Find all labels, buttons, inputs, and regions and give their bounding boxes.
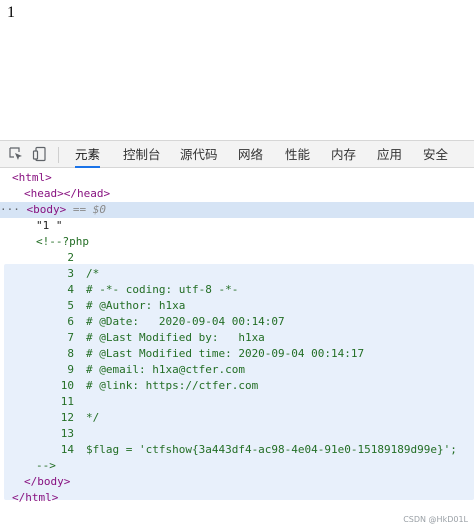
comment-line-text: /* [86,267,100,280]
page-content-text: 1 [7,4,15,21]
comment-line: 10 # @link: https://ctfer.com [0,378,474,394]
comment-line: 9 # @email: h1xa@ctfer.com [0,362,474,378]
tab-security[interactable]: 安全 [423,141,448,168]
device-toolbar-icon[interactable] [32,146,48,162]
comment-line-number: 4 [67,283,74,296]
html-close-tag[interactable]: </html> [12,490,474,506]
comment-line-text: # @Last Modified time: 2020-09-04 00:14:… [86,347,365,360]
comment-line-number: 10 [60,379,74,392]
comment-line: 12 */ [0,410,474,426]
comment-line-number: 7 [67,331,74,344]
comment-line-number: 5 [67,299,74,312]
comment-close[interactable]: --> [36,458,474,474]
html-open-tag[interactable]: <html> [12,170,474,186]
comment-line-text: # -*- coding: utf-8 -*- [86,283,239,296]
tab-application[interactable]: 应用 [377,141,402,168]
comment-line: 11 [0,394,474,410]
text-node[interactable]: "1 " [36,218,474,234]
comment-line: 8 # @Last Modified time: 2020-09-04 00:14… [0,346,474,362]
comment-line: 7 # @Last Modified by: h1xa [0,330,474,346]
comment-line-text: # @Last Modified by: h1xa [86,331,265,344]
comment-line: 4 # -*- coding: utf-8 -*- [0,282,474,298]
tab-performance[interactable]: 性能 [285,141,310,168]
comment-line: 3 /* [0,266,474,282]
head-tag[interactable]: <head></head> [24,186,474,202]
comment-line-text: $flag = 'ctfshow{3a443df4-ac98-4e04-91e0… [86,443,457,456]
comment-line-text: # @email: h1xa@ctfer.com [86,363,245,376]
comment-line-number: 14 [60,443,74,456]
comment-line-text: # @Date: 2020-09-04 00:14:07 [86,315,285,328]
comment-line-number: 3 [67,267,74,280]
comment-line: 2 [0,250,474,266]
comment-line-number: 11 [60,395,74,408]
comment-line-number: 8 [67,347,74,360]
tab-memory[interactable]: 内存 [331,141,356,168]
comment-line: 13 [0,426,474,442]
comment-line-number: 2 [67,251,74,264]
watermark: CSDN @HkD01L [403,515,468,524]
comment-line-text: # @Author: h1xa [86,299,186,312]
body-close-tag[interactable]: </body> [24,474,474,490]
comment-line-number: 12 [60,411,74,424]
comment-line-number: 13 [60,427,74,440]
tab-sources[interactable]: 源代码 [180,141,218,168]
elements-tree: <html> <head></head> ··· <body> == $0 "1… [0,168,474,528]
body-open-tag[interactable]: ··· <body> == $0 [0,202,474,218]
comment-line-number: 9 [67,363,74,376]
selected-marker: == $0 [72,203,106,216]
tab-network[interactable]: 网络 [238,141,263,168]
toolbar-separator [58,147,59,163]
comment-line-number: 6 [67,315,74,328]
devtools-panel: 元素 控制台 源代码 网络 性能 内存 应用 安全 <html> <head><… [0,140,474,528]
comment-line-text: # @link: https://ctfer.com [86,379,259,392]
comment-line: 14 $flag = 'ctfshow{3a443df4-ac98-4e04-91… [0,442,474,458]
more-options-icon[interactable]: ··· [0,203,27,216]
tab-elements[interactable]: 元素 [75,141,101,168]
devtools-toolbar: 元素 控制台 源代码 网络 性能 内存 应用 安全 [0,140,474,168]
comment-line-text: */ [86,411,100,424]
inspect-element-icon[interactable] [8,146,24,162]
comment-open[interactable]: <!--?php [36,234,474,250]
comment-line: 6 # @Date: 2020-09-04 00:14:07 [0,314,474,330]
tab-console[interactable]: 控制台 [123,141,161,168]
comment-line: 5 # @Author: h1xa [0,298,474,314]
